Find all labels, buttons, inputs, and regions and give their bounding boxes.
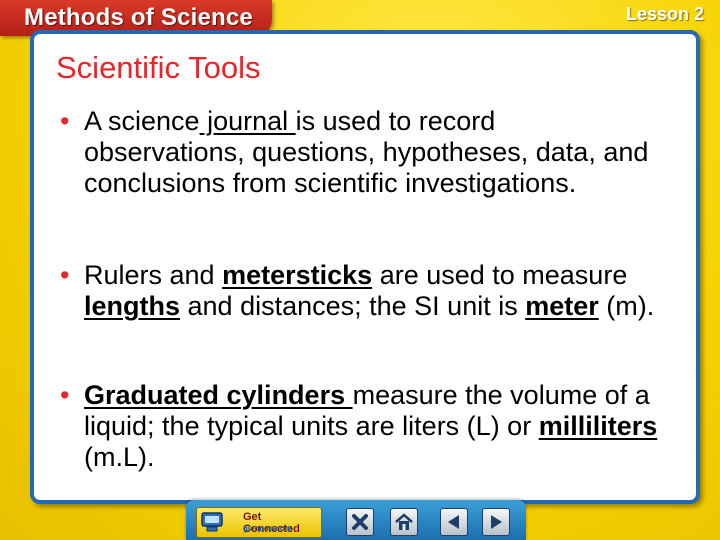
back-arrow-icon bbox=[448, 515, 459, 529]
section-title: Methods of Science bbox=[24, 4, 253, 31]
lesson-label: Lesson 2 bbox=[626, 4, 705, 24]
get-connected-button[interactable]: Get Connected glencoe.com bbox=[196, 507, 322, 538]
computer-icon bbox=[201, 512, 223, 532]
text-segment: and distances; the SI unit is bbox=[180, 291, 526, 321]
bullet-marker: • bbox=[60, 260, 70, 290]
bullet-text: A science journal is used to record obse… bbox=[84, 106, 660, 199]
bullet-text: Graduated cylinders measure the volume o… bbox=[84, 380, 660, 473]
key-term-graduated-cylinders: Graduated cylinders bbox=[84, 380, 353, 410]
forward-button[interactable] bbox=[482, 508, 510, 536]
text-segment: (m.L). bbox=[84, 442, 155, 472]
bullet-text: Rulers and metersticks are used to measu… bbox=[84, 260, 660, 322]
key-term-journal: journal bbox=[199, 106, 296, 136]
text-segment: A science bbox=[84, 106, 200, 136]
key-term-lengths: lengths bbox=[84, 291, 181, 321]
back-button[interactable] bbox=[440, 508, 468, 536]
close-icon bbox=[352, 514, 368, 530]
bullet-marker: • bbox=[60, 106, 70, 136]
bullet-marker: • bbox=[60, 380, 70, 410]
home-icon bbox=[395, 513, 413, 530]
bullet-journal: • A science journal is used to record ob… bbox=[60, 106, 660, 199]
key-term-milliliters: milliliters bbox=[538, 411, 658, 441]
bullet-rulers: • Rulers and metersticks are used to mea… bbox=[60, 260, 660, 322]
home-button[interactable] bbox=[390, 508, 418, 536]
key-term-meter: meter bbox=[525, 291, 599, 321]
slide-title: Scientific Tools bbox=[56, 50, 261, 85]
text-segment: (m). bbox=[598, 291, 655, 321]
key-term-metersticks: metersticks bbox=[222, 260, 373, 290]
text-segment: are used to measure bbox=[372, 260, 628, 290]
forward-arrow-icon bbox=[491, 515, 502, 529]
close-button[interactable] bbox=[346, 508, 374, 536]
text-segment: Rulers and bbox=[84, 260, 223, 290]
bullet-cylinders: • Graduated cylinders measure the volume… bbox=[60, 380, 660, 473]
get-connected-url: glencoe.com bbox=[243, 524, 292, 533]
